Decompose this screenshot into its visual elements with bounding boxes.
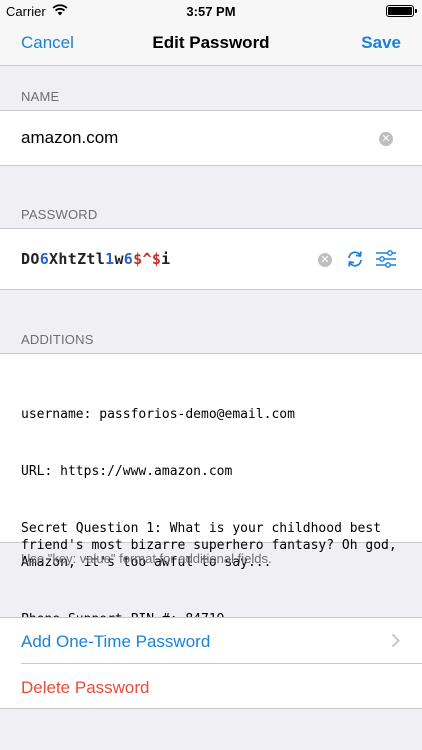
additions-line: username: passforios-demo@email.com	[21, 407, 295, 422]
password-char: t	[67, 250, 78, 268]
password-cell: DO6XhtZtl1w6$^$i ✕	[0, 228, 422, 290]
additions-line: URL: https://www.amazon.com	[21, 464, 233, 479]
page-title: Edit Password	[152, 33, 270, 52]
add-otp-row[interactable]: Add One-Time Password	[0, 618, 422, 664]
name-field[interactable]: amazon.com	[21, 128, 118, 148]
password-char: X	[49, 250, 59, 268]
delete-password-button[interactable]: Delete Password	[0, 664, 422, 710]
additions-cell: username: passforios-demo@email.com URL:…	[0, 353, 422, 627]
password-char: l	[95, 250, 106, 268]
password-char: 6	[39, 250, 50, 268]
actions-group: Add One-Time Password Delete Password	[0, 617, 422, 709]
password-char: i	[161, 250, 171, 268]
name-cell: amazon.com ✕	[0, 110, 422, 166]
refresh-icon[interactable]	[345, 249, 365, 274]
password-char: Z	[77, 250, 87, 268]
clear-icon[interactable]: ✕	[318, 253, 332, 267]
password-char: O	[30, 250, 40, 268]
password-char: ^	[142, 250, 152, 268]
password-char: h	[58, 250, 68, 268]
save-button[interactable]: Save	[361, 33, 401, 53]
add-otp-label: Add One-Time Password	[21, 632, 211, 651]
status-time: 3:57 PM	[186, 4, 236, 19]
additions-section-header: ADDITIONS	[21, 332, 94, 347]
name-section-header: NAME	[21, 89, 60, 104]
battery-icon	[386, 5, 417, 17]
clear-icon[interactable]: ✕	[379, 132, 393, 146]
password-char: $	[151, 250, 162, 268]
additions-hint: Use "key: value" format for additional f…	[21, 551, 272, 566]
status-bar: Carrier 3:57 PM	[0, 0, 422, 22]
password-char: t	[86, 250, 96, 268]
navigation-bar: Cancel Edit Password Save	[0, 22, 422, 66]
password-char: D	[21, 250, 31, 268]
sliders-icon[interactable]	[375, 248, 397, 275]
chevron-right-icon	[391, 633, 400, 653]
password-field[interactable]: DO6XhtZtl1w6$^$i	[21, 250, 171, 268]
password-section-header: PASSWORD	[21, 207, 98, 222]
delete-password-label: Delete Password	[21, 678, 150, 697]
password-char: w	[114, 250, 124, 268]
password-char: 6	[123, 250, 134, 268]
